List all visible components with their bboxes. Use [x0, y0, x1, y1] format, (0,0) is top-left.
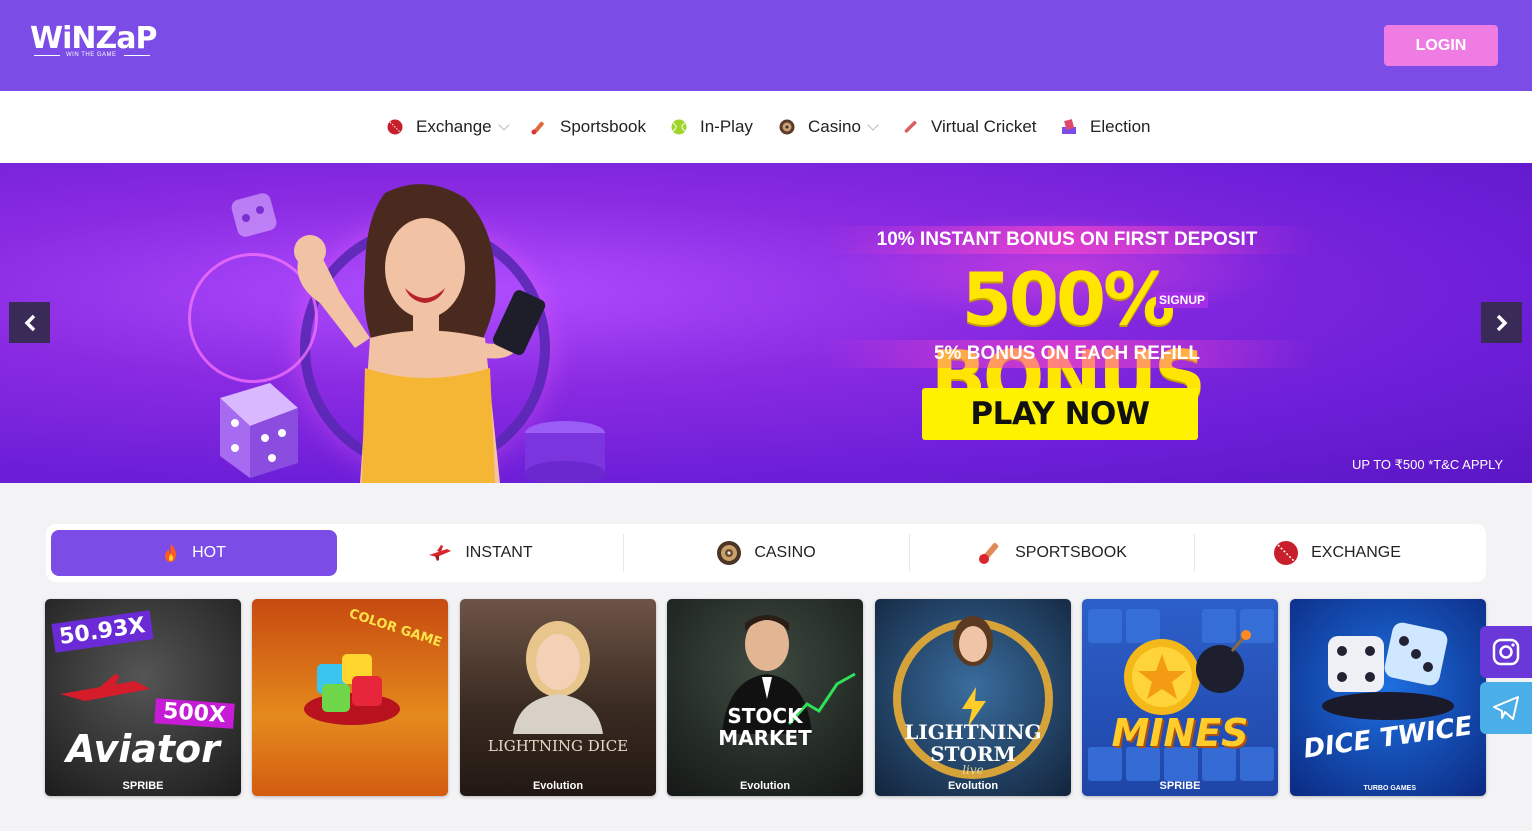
tab-exchange[interactable]: EXCHANGE	[1194, 530, 1480, 576]
tab-label: CASINO	[754, 544, 816, 561]
cricket-bat-icon	[979, 542, 999, 564]
play-now-button[interactable]: PLAY NOW	[922, 388, 1198, 440]
chips-graphic	[525, 421, 605, 483]
telegram-icon	[1493, 696, 1519, 720]
logo-divider	[34, 55, 60, 56]
nav-label: Exchange	[416, 117, 492, 136]
cricket-bat-icon	[530, 118, 548, 136]
nav-label: Sportsbook	[560, 117, 646, 136]
nav-item-election[interactable]: Election	[1060, 91, 1150, 163]
logo-divider	[124, 55, 150, 56]
host-graphic	[953, 616, 993, 666]
tab-casino[interactable]: CASINO	[623, 530, 909, 576]
game-provider: Evolution	[947, 780, 999, 792]
game-provider: SPRIBE	[122, 780, 164, 792]
game-provider: TURBO GAMES	[1363, 785, 1417, 792]
cricket-ball-icon	[386, 118, 404, 136]
winzap-logo[interactable]: WiNZaP WIN THE GAME	[30, 22, 162, 62]
game-provider: Evolution	[532, 780, 584, 792]
grid-graphic	[1088, 609, 1274, 781]
game-title: Aviator	[66, 727, 220, 771]
tab-label: EXCHANGE	[1311, 544, 1401, 561]
game-title: STOCK MARKET	[718, 704, 812, 750]
instagram-icon	[1492, 638, 1520, 666]
main-nav: Exchange Sportsbook In-Play Casino Virtu…	[0, 91, 1532, 163]
nav-item-casino[interactable]: Casino	[778, 91, 879, 163]
game-card-lightning-storm[interactable]: LIGHTNING STORM live Evolution	[875, 599, 1071, 796]
tab-sportsbook[interactable]: SPORTSBOOK	[909, 530, 1195, 576]
game-card-lightning-dice[interactable]: LIGHTNING DICE Evolution	[460, 599, 656, 796]
game-card-stock-market[interactable]: STOCK MARKET Evolution	[667, 599, 863, 796]
nav-label: In-Play	[700, 117, 753, 136]
chevron-down-icon	[497, 119, 510, 131]
tab-label: HOT	[192, 544, 226, 561]
flame-icon	[165, 544, 177, 562]
banner-prev-button[interactable]	[9, 302, 50, 343]
game-title: LIGHTNING STORM	[904, 720, 1042, 766]
game-provider: Evolution	[739, 780, 791, 792]
top-header: WiNZaP WIN THE GAME LOGIN	[0, 0, 1532, 91]
color-dice-graphic	[304, 654, 400, 725]
tab-instant[interactable]: INSTANT	[337, 530, 623, 576]
game-card-mines[interactable]: MINES SPRIBE	[1082, 599, 1278, 796]
dice-pair-graphic	[1322, 622, 1454, 720]
tennis-ball-icon	[670, 118, 688, 136]
logo-tagline: WIN THE GAME	[66, 52, 117, 58]
roulette-icon	[717, 541, 742, 565]
game-card-aviator[interactable]: 50.93X 500X Aviator SPRIBE	[45, 599, 241, 796]
dealer-graphic	[513, 621, 603, 734]
bat-icon	[901, 118, 919, 136]
tab-hot[interactable]: HOT	[51, 530, 337, 576]
tab-label: SPORTSBOOK	[1015, 544, 1127, 561]
telegram-button[interactable]	[1480, 682, 1532, 734]
game-card-dice-twice[interactable]: DICE TWICE TURBO GAMES	[1290, 599, 1486, 796]
nav-item-sportsbook[interactable]: Sportsbook	[530, 91, 646, 163]
chevron-right-icon	[1496, 314, 1507, 331]
terms-text: UP TO ₹500 *T&C APPLY	[1352, 457, 1504, 472]
game-title: LIGHTNING DICE	[487, 737, 629, 755]
instagram-button[interactable]	[1480, 626, 1532, 678]
logo-wordmark: WiNZaP	[30, 21, 157, 56]
roulette-icon	[778, 118, 796, 136]
game-title: MINES	[1111, 711, 1249, 755]
game-card-color-game[interactable]: COLOR GAME	[252, 599, 448, 796]
game-provider: SPRIBE	[1159, 780, 1201, 792]
nav-label: Election	[1090, 117, 1151, 136]
multiplier-tag: 500X	[154, 698, 235, 729]
plane-icon	[429, 545, 452, 561]
cricket-ball-icon	[1274, 541, 1299, 565]
nav-label: Virtual Cricket	[931, 117, 1037, 136]
game-subtitle: live	[962, 763, 984, 777]
banner-next-button[interactable]	[1481, 302, 1522, 343]
nav-item-in-play[interactable]: In-Play	[670, 91, 753, 163]
chevron-left-icon	[24, 314, 35, 331]
multiplier-badge: 50.93X	[51, 610, 154, 653]
bonus-top-line: 10% INSTANT BONUS ON FIRST DEPOSIT	[820, 226, 1314, 254]
bonus-sub-line: 5% BONUS ON EACH REFILL	[820, 340, 1314, 368]
game-category-tabs: HOT INSTANT CASINO SPORTSBOOK EXCHANGE	[46, 524, 1486, 582]
promo-banner[interactable]: 10% INSTANT BONUS ON FIRST DEPOSIT 500% …	[0, 163, 1532, 483]
nav-item-virtual-cricket[interactable]: Virtual Cricket	[901, 91, 1037, 163]
signup-tag: SIGNUP	[1156, 292, 1209, 308]
tab-label: INSTANT	[465, 544, 533, 561]
login-button[interactable]: LOGIN	[1384, 25, 1498, 66]
ballot-icon	[1060, 118, 1078, 136]
nav-label: Casino	[808, 117, 861, 136]
chevron-down-icon	[867, 119, 879, 131]
nav-item-exchange[interactable]: Exchange	[386, 91, 510, 163]
